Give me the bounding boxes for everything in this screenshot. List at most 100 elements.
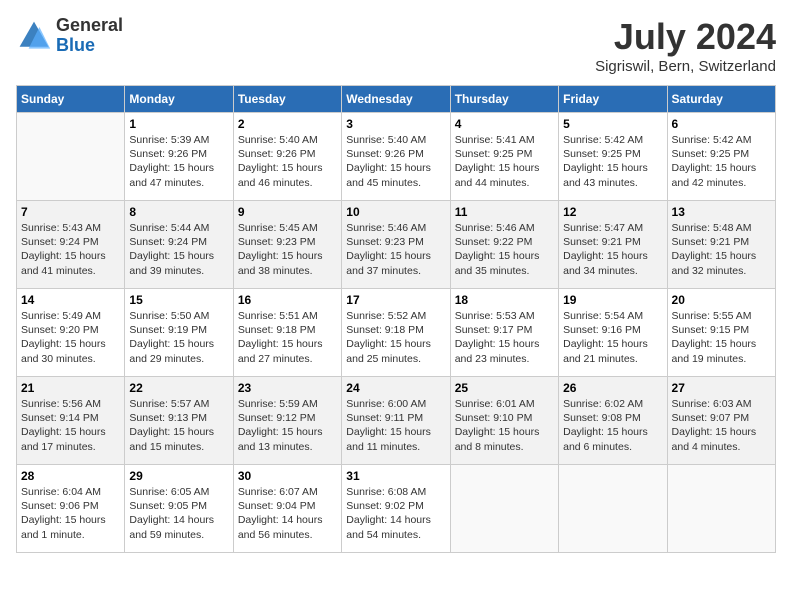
weekday-header: Sunday [17, 86, 125, 113]
day-number: 4 [455, 117, 554, 131]
day-info: Sunrise: 6:07 AMSunset: 9:04 PMDaylight:… [238, 485, 337, 542]
calendar-cell: 15 Sunrise: 5:50 AMSunset: 9:19 PMDayligh… [125, 289, 233, 377]
day-info: Sunrise: 6:04 AMSunset: 9:06 PMDaylight:… [21, 485, 120, 542]
calendar-cell: 21 Sunrise: 5:56 AMSunset: 9:14 PMDayligh… [17, 377, 125, 465]
logo-general: General [56, 15, 123, 35]
calendar-cell: 16Sunrise: 5:51 AMSunset: 9:18 PMDayligh… [233, 289, 341, 377]
calendar-cell: 12 Sunrise: 5:47 AMSunset: 9:21 PMDayligh… [559, 201, 667, 289]
calendar-cell: 23 Sunrise: 5:59 AMSunset: 9:12 PMDayligh… [233, 377, 341, 465]
day-number: 9 [238, 205, 337, 219]
day-number: 26 [563, 381, 662, 395]
day-number: 31 [346, 469, 445, 483]
day-info: Sunrise: 5:46 AMSunset: 9:23 PMDaylight:… [346, 221, 445, 278]
day-info: Sunrise: 5:44 AMSunset: 9:24 PMDaylight:… [129, 221, 228, 278]
day-info: Sunrise: 5:45 AMSunset: 9:23 PMDaylight:… [238, 221, 337, 278]
day-info: Sunrise: 5:42 AMSunset: 9:25 PMDaylight:… [563, 133, 662, 190]
calendar-cell [450, 465, 558, 553]
weekday-header: Friday [559, 86, 667, 113]
weekday-header: Saturday [667, 86, 775, 113]
day-info: Sunrise: 5:40 AMSunset: 9:26 PMDaylight:… [238, 133, 337, 190]
day-number: 10 [346, 205, 445, 219]
calendar-cell: 18Sunrise: 5:53 AMSunset: 9:17 PMDayligh… [450, 289, 558, 377]
calendar-table: SundayMondayTuesdayWednesdayThursdayFrid… [16, 85, 776, 553]
day-number: 25 [455, 381, 554, 395]
day-number: 20 [672, 293, 771, 307]
logo-icon [16, 18, 52, 54]
calendar-cell: 4 Sunrise: 5:41 AMSunset: 9:25 PMDaylight… [450, 113, 558, 201]
day-info: Sunrise: 5:39 AMSunset: 9:26 PMDaylight:… [129, 133, 228, 190]
calendar-cell [559, 465, 667, 553]
calendar-cell: 7 Sunrise: 5:43 AMSunset: 9:24 PMDaylight… [17, 201, 125, 289]
day-number: 6 [672, 117, 771, 131]
month-year: July 2024 [595, 16, 776, 58]
calendar-cell [667, 465, 775, 553]
day-number: 8 [129, 205, 228, 219]
calendar-cell: 2 Sunrise: 5:40 AMSunset: 9:26 PMDaylight… [233, 113, 341, 201]
day-number: 5 [563, 117, 662, 131]
calendar-cell: 5 Sunrise: 5:42 AMSunset: 9:25 PMDaylight… [559, 113, 667, 201]
calendar-cell: 6 Sunrise: 5:42 AMSunset: 9:25 PMDaylight… [667, 113, 775, 201]
calendar-cell: 10 Sunrise: 5:46 AMSunset: 9:23 PMDayligh… [342, 201, 450, 289]
location: Sigriswil, Bern, Switzerland [595, 58, 776, 75]
day-info: Sunrise: 5:49 AMSunset: 9:20 PMDaylight:… [21, 309, 120, 366]
day-number: 24 [346, 381, 445, 395]
title-block: July 2024 Sigriswil, Bern, Switzerland [595, 16, 776, 75]
page-header: General Blue July 2024 Sigriswil, Bern, … [16, 16, 776, 75]
calendar-cell: 17Sunrise: 5:52 AMSunset: 9:18 PMDayligh… [342, 289, 450, 377]
day-number: 15 [129, 293, 228, 307]
calendar-week-row: 1Sunrise: 5:39 AMSunset: 9:26 PMDaylight… [17, 113, 776, 201]
calendar-cell: 9 Sunrise: 5:45 AMSunset: 9:23 PMDaylight… [233, 201, 341, 289]
day-number: 12 [563, 205, 662, 219]
day-info: Sunrise: 5:47 AMSunset: 9:21 PMDaylight:… [563, 221, 662, 278]
calendar-cell: 30 Sunrise: 6:07 AMSunset: 9:04 PMDayligh… [233, 465, 341, 553]
day-number: 27 [672, 381, 771, 395]
day-number: 11 [455, 205, 554, 219]
calendar-cell: 25 Sunrise: 6:01 AMSunset: 9:10 PMDayligh… [450, 377, 558, 465]
calendar-cell: 13 Sunrise: 5:48 AMSunset: 9:21 PMDayligh… [667, 201, 775, 289]
day-info: Sunrise: 5:59 AMSunset: 9:12 PMDaylight:… [238, 397, 337, 454]
day-number: 28 [21, 469, 120, 483]
calendar-cell: 8 Sunrise: 5:44 AMSunset: 9:24 PMDaylight… [125, 201, 233, 289]
calendar-week-row: 14Sunrise: 5:49 AMSunset: 9:20 PMDayligh… [17, 289, 776, 377]
day-info: Sunrise: 5:54 AMSunset: 9:16 PMDaylight:… [563, 309, 662, 366]
day-info: Sunrise: 5:41 AMSunset: 9:25 PMDaylight:… [455, 133, 554, 190]
weekday-header: Wednesday [342, 86, 450, 113]
calendar-week-row: 7 Sunrise: 5:43 AMSunset: 9:24 PMDaylight… [17, 201, 776, 289]
day-number: 18 [455, 293, 554, 307]
day-info: Sunrise: 5:43 AMSunset: 9:24 PMDaylight:… [21, 221, 120, 278]
calendar-week-row: 28 Sunrise: 6:04 AMSunset: 9:06 PMDayligh… [17, 465, 776, 553]
weekday-header: Tuesday [233, 86, 341, 113]
day-info: Sunrise: 6:01 AMSunset: 9:10 PMDaylight:… [455, 397, 554, 454]
calendar-cell: 31Sunrise: 6:08 AMSunset: 9:02 PMDayligh… [342, 465, 450, 553]
day-info: Sunrise: 5:57 AMSunset: 9:13 PMDaylight:… [129, 397, 228, 454]
calendar-cell: 29Sunrise: 6:05 AMSunset: 9:05 PMDayligh… [125, 465, 233, 553]
day-info: Sunrise: 5:48 AMSunset: 9:21 PMDaylight:… [672, 221, 771, 278]
day-info: Sunrise: 5:42 AMSunset: 9:25 PMDaylight:… [672, 133, 771, 190]
day-info: Sunrise: 5:56 AMSunset: 9:14 PMDaylight:… [21, 397, 120, 454]
day-number: 2 [238, 117, 337, 131]
day-info: Sunrise: 5:51 AMSunset: 9:18 PMDaylight:… [238, 309, 337, 366]
day-info: Sunrise: 6:03 AMSunset: 9:07 PMDaylight:… [672, 397, 771, 454]
day-number: 19 [563, 293, 662, 307]
day-info: Sunrise: 5:46 AMSunset: 9:22 PMDaylight:… [455, 221, 554, 278]
calendar-cell: 20 Sunrise: 5:55 AMSunset: 9:15 PMDayligh… [667, 289, 775, 377]
calendar-cell: 28 Sunrise: 6:04 AMSunset: 9:06 PMDayligh… [17, 465, 125, 553]
calendar-cell: 3Sunrise: 5:40 AMSunset: 9:26 PMDaylight… [342, 113, 450, 201]
calendar-cell [17, 113, 125, 201]
day-info: Sunrise: 6:00 AMSunset: 9:11 PMDaylight:… [346, 397, 445, 454]
calendar-cell: 19 Sunrise: 5:54 AMSunset: 9:16 PMDayligh… [559, 289, 667, 377]
day-number: 21 [21, 381, 120, 395]
day-info: Sunrise: 5:50 AMSunset: 9:19 PMDaylight:… [129, 309, 228, 366]
calendar-cell: 22 Sunrise: 5:57 AMSunset: 9:13 PMDayligh… [125, 377, 233, 465]
day-number: 22 [129, 381, 228, 395]
day-number: 7 [21, 205, 120, 219]
calendar-cell: 27 Sunrise: 6:03 AMSunset: 9:07 PMDayligh… [667, 377, 775, 465]
day-number: 23 [238, 381, 337, 395]
weekday-header: Monday [125, 86, 233, 113]
day-number: 30 [238, 469, 337, 483]
day-number: 13 [672, 205, 771, 219]
day-info: Sunrise: 5:55 AMSunset: 9:15 PMDaylight:… [672, 309, 771, 366]
calendar-cell: 24 Sunrise: 6:00 AMSunset: 9:11 PMDayligh… [342, 377, 450, 465]
day-number: 3 [346, 117, 445, 131]
logo: General Blue [16, 16, 123, 56]
